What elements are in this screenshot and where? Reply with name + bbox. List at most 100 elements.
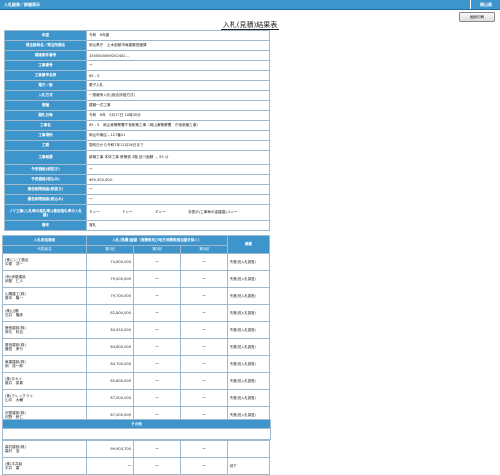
bid-round-1: 74,800,000	[86, 253, 134, 271]
bid-remark: 失格(低入札調査)	[227, 321, 270, 339]
bid-remark: 失格(低入札調査)	[227, 338, 270, 356]
bid-round-3: ー	[180, 270, 228, 288]
bid-round-3: ー	[180, 440, 228, 458]
bid-round-2: ー	[133, 457, 181, 475]
lowest-z: Ｚ＝ー	[154, 210, 166, 214]
info-label: 予定価格(税込み)	[4, 174, 87, 185]
bid-round-2: ー	[133, 253, 181, 271]
lowest-x: Ｘ＝ー	[89, 210, 100, 214]
bid-round-1: 82,800,000	[86, 304, 134, 322]
info-value: 65 - 5 岡山東警察署庁舎新築工事（岡山東警察署 庁舎新築工事）	[86, 120, 270, 131]
bid-round-1: 84,700,000	[86, 355, 134, 373]
bid-round-2: ー	[133, 338, 181, 356]
info-label: 最低制限価格(税込み)	[4, 194, 87, 205]
bid-round-1: 79,000,000	[86, 270, 134, 288]
bid-round-1: ー	[86, 457, 134, 475]
info-row: 工期 契約日から令和7年12月26日まで	[4, 140, 270, 151]
bidder-name: 森村建設(株) 森村 浩	[2, 440, 87, 458]
info-label: 業種	[4, 100, 87, 111]
bid-remark: 失格(低入札調査)	[227, 270, 270, 288]
table-row: (株)山陽 石井 隆彦 82,800,000 ーー失格(低入札調査)	[2, 304, 270, 322]
info-value: 令和 6年 5月17日 10時30分	[86, 110, 270, 121]
info-label: 予定価格(税抜き)	[4, 164, 87, 175]
info-value: 電子入札	[86, 80, 270, 91]
bid-round-1: 84,600,000	[86, 338, 134, 356]
bidder-name: 山陽建工(株) 藤本 隆一	[2, 287, 87, 305]
info-row: 予定価格(税込み) ¥90,300,000-	[4, 174, 270, 185]
bid-round-2: ー	[133, 321, 181, 339]
info-label: 開札日時	[4, 110, 87, 121]
info-label: 入札方式	[4, 90, 87, 101]
bid-remark: 辞下	[227, 457, 270, 475]
remarks-row: 備考 落札	[4, 220, 270, 231]
top-bar: 入札結果／詳細表示 岡山県	[0, 0, 500, 10]
bid-remark: 失格(低入札調査)	[227, 304, 270, 322]
other-section-body	[2, 428, 271, 440]
col-representative: 代表者名	[2, 245, 87, 254]
info-row: 電子／紙 電子入札	[4, 80, 270, 91]
col-amount-group: 入札(見積)金額（消費税及び地方消費税相当額を除く）	[86, 235, 228, 246]
prefecture-label: 岡山県	[470, 0, 500, 9]
col-round-3: 第3回	[180, 245, 228, 254]
info-label: 工期	[4, 140, 87, 151]
bid-round-1: 84,550,000	[86, 321, 134, 339]
lowest-y: Ｙ＝ー	[121, 210, 133, 214]
bidder-name: 藤田建設(株) 鎌田 孝行	[2, 338, 87, 356]
info-value: ー	[86, 60, 270, 71]
table-row: 藤田建設(株) 鎌田 孝行 84,600,000 ーー失格(低入札調査)	[2, 338, 270, 356]
info-row: 予定価格(税抜き) ー	[4, 164, 270, 175]
app-title: 入札結果／詳細表示	[4, 1, 40, 7]
info-label: 最低制限価格(税抜き)	[4, 184, 87, 195]
info-row: 業種 建築一式工事	[4, 100, 270, 111]
info-row: 工事概要 新築工事 本体工事 鉄骨造 3階 延べ面積 ... 55 ㎡	[4, 150, 270, 165]
info-row: 開札日時 令和 6年 5月17日 10時30分	[4, 110, 270, 121]
info-row: 工事番号名称 65 - 5	[4, 70, 270, 81]
info-row: 調達案件番号 3300000069202402...	[4, 50, 270, 61]
info-value: 65 - 5	[86, 70, 270, 81]
info-value: 令和 6年度	[86, 30, 270, 41]
bidder-name: 東建建設(株) 岡 成一郎	[2, 355, 87, 373]
table-row: 鹿島建設(株) 岸元 利治 84,550,000 ーー失格(低入札調査)	[2, 321, 270, 339]
info-label: 発注部局名／発注所属名	[4, 40, 87, 51]
info-row: 工事場所 岡山市東区...127番21	[4, 130, 270, 141]
info-row: 工事番号ー	[4, 60, 270, 71]
info-label: 工事場所	[4, 130, 87, 141]
info-value: 岡山市東区...127番21	[86, 130, 270, 141]
info-row: 発注部局名／発注所属名 岡山県庁 土木部都市局建築営繕課	[4, 40, 270, 51]
lowest-note: 非表示(工事毎の金額違い)＝ー	[187, 210, 238, 214]
bidder-name: (株)山陽 石井 隆彦	[2, 304, 87, 322]
table-row: (株)クレッグラリ 山中 大輔 87,000,000 ーー失格(低入札調査)	[2, 389, 270, 407]
info-label: 工事番号	[4, 60, 87, 71]
bid-round-3: ー	[180, 338, 228, 356]
info-value: ¥90,300,000-	[86, 174, 270, 185]
table-row: 山陽建工(株) 藤本 隆一 79,700,000 ーー失格(低入札調査)	[2, 287, 270, 305]
page-title: 入札(見積)結果表	[220, 21, 280, 30]
bid-round-3: ー	[180, 253, 228, 271]
col-round-2: 第2回	[133, 245, 181, 254]
info-value: ー	[86, 184, 270, 195]
bid-round-1: 87,000,000	[86, 389, 134, 407]
info-value: 新築工事 本体工事 鉄骨造 3階 延べ面積 ... 55 ㎡	[86, 150, 270, 165]
bid-round-2: ー	[133, 304, 181, 322]
bid-round-1: 99,903,700	[86, 440, 134, 458]
bid-round-3: ー	[180, 457, 228, 475]
info-row: 入札方式 一般競争入札(総合評価方式)	[4, 90, 270, 101]
bid-round-3: ー	[180, 355, 228, 373]
bid-round-3: ー	[180, 321, 228, 339]
col-remark: 摘要	[227, 235, 270, 254]
bidder-name: (株)タカイ 藤井 英喜	[2, 372, 87, 390]
bidder-name: (株)平井組 平井 康	[2, 457, 87, 475]
bid-round-3: ー	[180, 389, 228, 407]
bid-info-table: 年度 令和 6年度 発注部局名／発注所属名 岡山県庁 土木部都市局建築営繕課 調達案件番…	[4, 30, 270, 231]
bid-remark: 失格(低入札調査)	[227, 287, 270, 305]
info-value: 落札	[86, 220, 270, 231]
info-label: 備考	[4, 220, 87, 231]
bidder-name: (株)クレッグラリ 山中 大輔	[2, 389, 87, 407]
bid-round-2: ー	[133, 372, 181, 390]
info-row: 最低制限価格(税抜き) ー	[4, 184, 270, 195]
bid-round-1: 79,700,000	[86, 287, 134, 305]
info-label: ＪＶ工事(入札時の落札率)(最低落札率の入札額)	[4, 204, 87, 221]
info-label: 工事名	[4, 120, 87, 131]
table-row: 森村建設(株) 森村 浩 99,903,700 ーー	[2, 440, 270, 458]
info-label: 工事番号名称	[4, 70, 87, 81]
